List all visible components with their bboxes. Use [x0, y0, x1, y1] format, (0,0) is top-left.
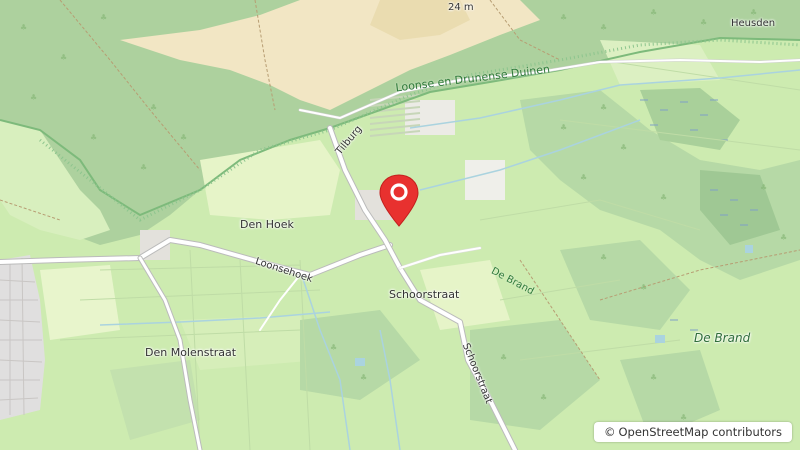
svg-text:♣: ♣: [650, 373, 657, 382]
place-label-heusden: Heusden: [731, 18, 776, 29]
svg-text:♣: ♣: [700, 18, 707, 27]
svg-text:♣: ♣: [560, 13, 567, 22]
svg-text:♣: ♣: [360, 373, 367, 382]
svg-text:♣: ♣: [20, 23, 27, 32]
place-label-den-hoek: Den Hoek: [240, 218, 294, 231]
map-pin-icon[interactable]: [376, 172, 422, 228]
svg-text:♣: ♣: [60, 53, 67, 62]
svg-text:♣: ♣: [140, 163, 147, 172]
place-label-de-brand: De Brand: [694, 331, 751, 345]
svg-text:♣: ♣: [330, 343, 337, 352]
map-attribution[interactable]: © OpenStreetMap contributors: [593, 422, 792, 442]
svg-text:♣: ♣: [760, 183, 767, 192]
svg-text:♣: ♣: [100, 13, 107, 22]
svg-text:♣: ♣: [30, 93, 37, 102]
svg-text:♣: ♣: [150, 103, 157, 112]
copyright-icon: ©: [603, 425, 616, 439]
svg-text:♣: ♣: [750, 8, 757, 17]
svg-text:♣: ♣: [540, 393, 547, 402]
map-canvas[interactable]: ♣ ♣ ♣ ♣ ♣ ♣ ♣ ♣ ♣ ♣ ♣ ♣ ♣ ♣ ♣ ♣ ♣ ♣ ♣ ♣ ♣ ♣ ♣ ♣ ♣ ♣ ♣ ♣ Loons…: [0, 0, 800, 450]
attribution-text: OpenStreetMap contributors: [618, 425, 782, 439]
svg-text:♣: ♣: [650, 8, 657, 17]
svg-text:♣: ♣: [560, 123, 567, 132]
svg-text:♣: ♣: [90, 133, 97, 142]
svg-text:♣: ♣: [640, 283, 647, 292]
svg-text:♣: ♣: [620, 143, 627, 152]
svg-text:♣: ♣: [600, 103, 607, 112]
svg-text:♣: ♣: [180, 133, 187, 142]
svg-text:♣: ♣: [660, 193, 667, 202]
svg-text:♣: ♣: [680, 413, 687, 422]
svg-text:♣: ♣: [780, 233, 787, 242]
place-label-schoorstraat: Schoorstraat: [389, 288, 460, 301]
svg-text:♣: ♣: [600, 253, 607, 262]
road-label-den-molenstraat: Den Molenstraat: [145, 346, 237, 359]
elevation-label: 24 m: [448, 2, 474, 13]
svg-text:♣: ♣: [580, 173, 587, 182]
svg-text:♣: ♣: [500, 353, 507, 362]
svg-text:♣: ♣: [600, 23, 607, 32]
